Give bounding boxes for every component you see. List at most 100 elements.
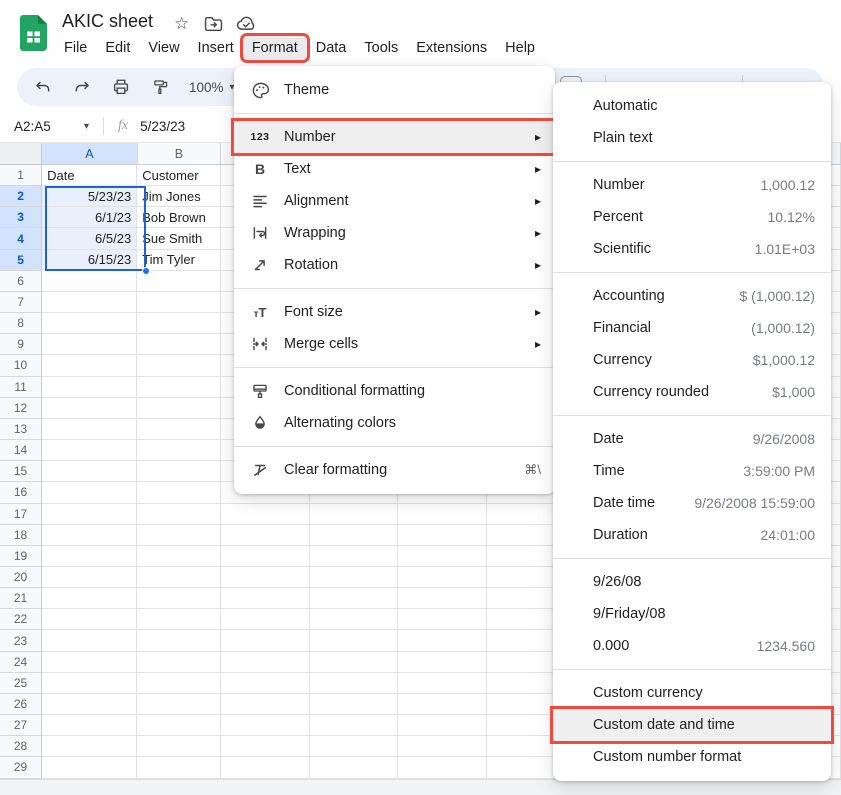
menubar-item-data[interactable]: Data <box>307 36 356 60</box>
cell-a17[interactable] <box>42 504 137 525</box>
cell-a26[interactable] <box>42 694 137 715</box>
row-header-15[interactable]: 15 <box>0 461 42 482</box>
number-menu-item-custom-currency[interactable]: Custom currency <box>553 677 831 709</box>
format-menu-item-alignment[interactable]: Alignment▸ <box>234 185 555 217</box>
cell-b3[interactable]: Bob Brown <box>137 207 221 228</box>
cell-e26[interactable] <box>398 694 487 715</box>
row-header-13[interactable]: 13 <box>0 419 42 440</box>
format-menu-item-conditional-formatting[interactable]: Conditional formatting <box>234 375 555 407</box>
cell-d25[interactable] <box>310 673 399 694</box>
cell-d26[interactable] <box>310 694 399 715</box>
cell-b22[interactable] <box>137 609 221 630</box>
cell-b14[interactable] <box>137 440 221 461</box>
number-menu-item-number[interactable]: Number1,000.12 <box>553 169 831 201</box>
cell-b23[interactable] <box>137 630 221 651</box>
cell-e21[interactable] <box>398 588 487 609</box>
cell-b1[interactable]: Customer <box>137 165 221 186</box>
cell-b6[interactable] <box>137 271 221 292</box>
row-header-10[interactable]: 10 <box>0 355 42 376</box>
row-header-28[interactable]: 28 <box>0 736 42 757</box>
cell-a21[interactable] <box>42 588 137 609</box>
row-header-17[interactable]: 17 <box>0 504 42 525</box>
row-header-22[interactable]: 22 <box>0 609 42 630</box>
column-header-b[interactable]: B <box>138 143 222 165</box>
name-box-caret-icon[interactable]: ▾ <box>84 121 89 132</box>
cell-e25[interactable] <box>398 673 487 694</box>
cell-b18[interactable] <box>137 525 221 546</box>
cell-b17[interactable] <box>137 504 221 525</box>
print-icon[interactable] <box>111 77 131 97</box>
cell-d27[interactable] <box>310 715 399 736</box>
number-menu-item-9-friday-08[interactable]: 9/Friday/08 <box>553 598 831 630</box>
cell-c28[interactable] <box>221 736 310 757</box>
row-header-7[interactable]: 7 <box>0 292 42 313</box>
row-header-19[interactable]: 19 <box>0 546 42 567</box>
cell-a12[interactable] <box>42 398 137 419</box>
cell-c19[interactable] <box>221 546 310 567</box>
cell-b13[interactable] <box>137 419 221 440</box>
selection-fill-handle[interactable] <box>142 267 150 275</box>
number-menu-item-custom-date-and-time[interactable]: Custom date and time <box>553 709 831 741</box>
cell-c26[interactable] <box>221 694 310 715</box>
row-header-6[interactable]: 6 <box>0 271 42 292</box>
format-menu-item-wrapping[interactable]: Wrapping▸ <box>234 217 555 249</box>
cell-b10[interactable] <box>137 355 221 376</box>
format-menu-item-text[interactable]: BText▸ <box>234 153 555 185</box>
cell-a13[interactable] <box>42 419 137 440</box>
cell-b29[interactable] <box>137 757 221 778</box>
cell-e23[interactable] <box>398 630 487 651</box>
cell-e22[interactable] <box>398 609 487 630</box>
cell-e17[interactable] <box>398 504 487 525</box>
cell-b25[interactable] <box>137 673 221 694</box>
cell-a2[interactable]: 5/23/23 <box>42 186 137 207</box>
cell-a15[interactable] <box>42 461 137 482</box>
menubar-item-tools[interactable]: Tools <box>355 36 407 60</box>
cell-b9[interactable] <box>137 334 221 355</box>
cell-d29[interactable] <box>310 757 399 778</box>
cell-c29[interactable] <box>221 757 310 778</box>
cell-a1[interactable]: Date <box>42 165 137 186</box>
format-menu-item-font-size[interactable]: тTFont size▸ <box>234 296 555 328</box>
number-menu-item-currency[interactable]: Currency$1,000.12 <box>553 344 831 376</box>
menubar-item-format[interactable]: Format <box>243 36 307 60</box>
cell-b4[interactable]: Sue Smith <box>137 228 221 249</box>
cell-b15[interactable] <box>137 461 221 482</box>
star-icon[interactable]: ☆ <box>174 14 189 34</box>
menubar-item-help[interactable]: Help <box>496 36 544 60</box>
row-header-1[interactable]: 1 <box>0 165 42 186</box>
cell-b12[interactable] <box>137 398 221 419</box>
number-menu-item-date[interactable]: Date9/26/2008 <box>553 423 831 455</box>
cell-c25[interactable] <box>221 673 310 694</box>
menubar-item-extensions[interactable]: Extensions <box>407 36 496 60</box>
row-header-29[interactable]: 29 <box>0 757 42 778</box>
name-box[interactable]: A2:A5 <box>14 119 76 134</box>
row-header-16[interactable]: 16 <box>0 482 42 503</box>
cell-a10[interactable] <box>42 355 137 376</box>
row-header-24[interactable]: 24 <box>0 652 42 673</box>
cell-a5[interactable]: 6/15/23 <box>42 250 137 271</box>
row-header-23[interactable]: 23 <box>0 630 42 651</box>
number-menu-item-duration[interactable]: Duration24:01:00 <box>553 519 831 551</box>
cell-b8[interactable] <box>137 313 221 334</box>
cell-b7[interactable] <box>137 292 221 313</box>
cell-a16[interactable] <box>42 482 137 503</box>
cell-a28[interactable] <box>42 736 137 757</box>
cell-e28[interactable] <box>398 736 487 757</box>
cell-c22[interactable] <box>221 609 310 630</box>
formula-input[interactable]: 5/23/23 <box>140 119 185 134</box>
number-menu-item-time[interactable]: Time3:59:00 PM <box>553 455 831 487</box>
cell-a20[interactable] <box>42 567 137 588</box>
cell-d24[interactable] <box>310 652 399 673</box>
row-header-27[interactable]: 27 <box>0 715 42 736</box>
row-header-8[interactable]: 8 <box>0 313 42 334</box>
cell-a18[interactable] <box>42 525 137 546</box>
row-header-5[interactable]: 5 <box>0 250 42 271</box>
number-menu-item-0-000[interactable]: 0.0001234.560 <box>553 630 831 662</box>
cell-b19[interactable] <box>137 546 221 567</box>
cell-c23[interactable] <box>221 630 310 651</box>
format-menu-item-alternating-colors[interactable]: Alternating colors <box>234 407 555 439</box>
cell-a24[interactable] <box>42 652 137 673</box>
number-menu-item-custom-number-format[interactable]: Custom number format <box>553 741 831 773</box>
cell-a19[interactable] <box>42 546 137 567</box>
select-all-corner[interactable] <box>0 143 42 165</box>
